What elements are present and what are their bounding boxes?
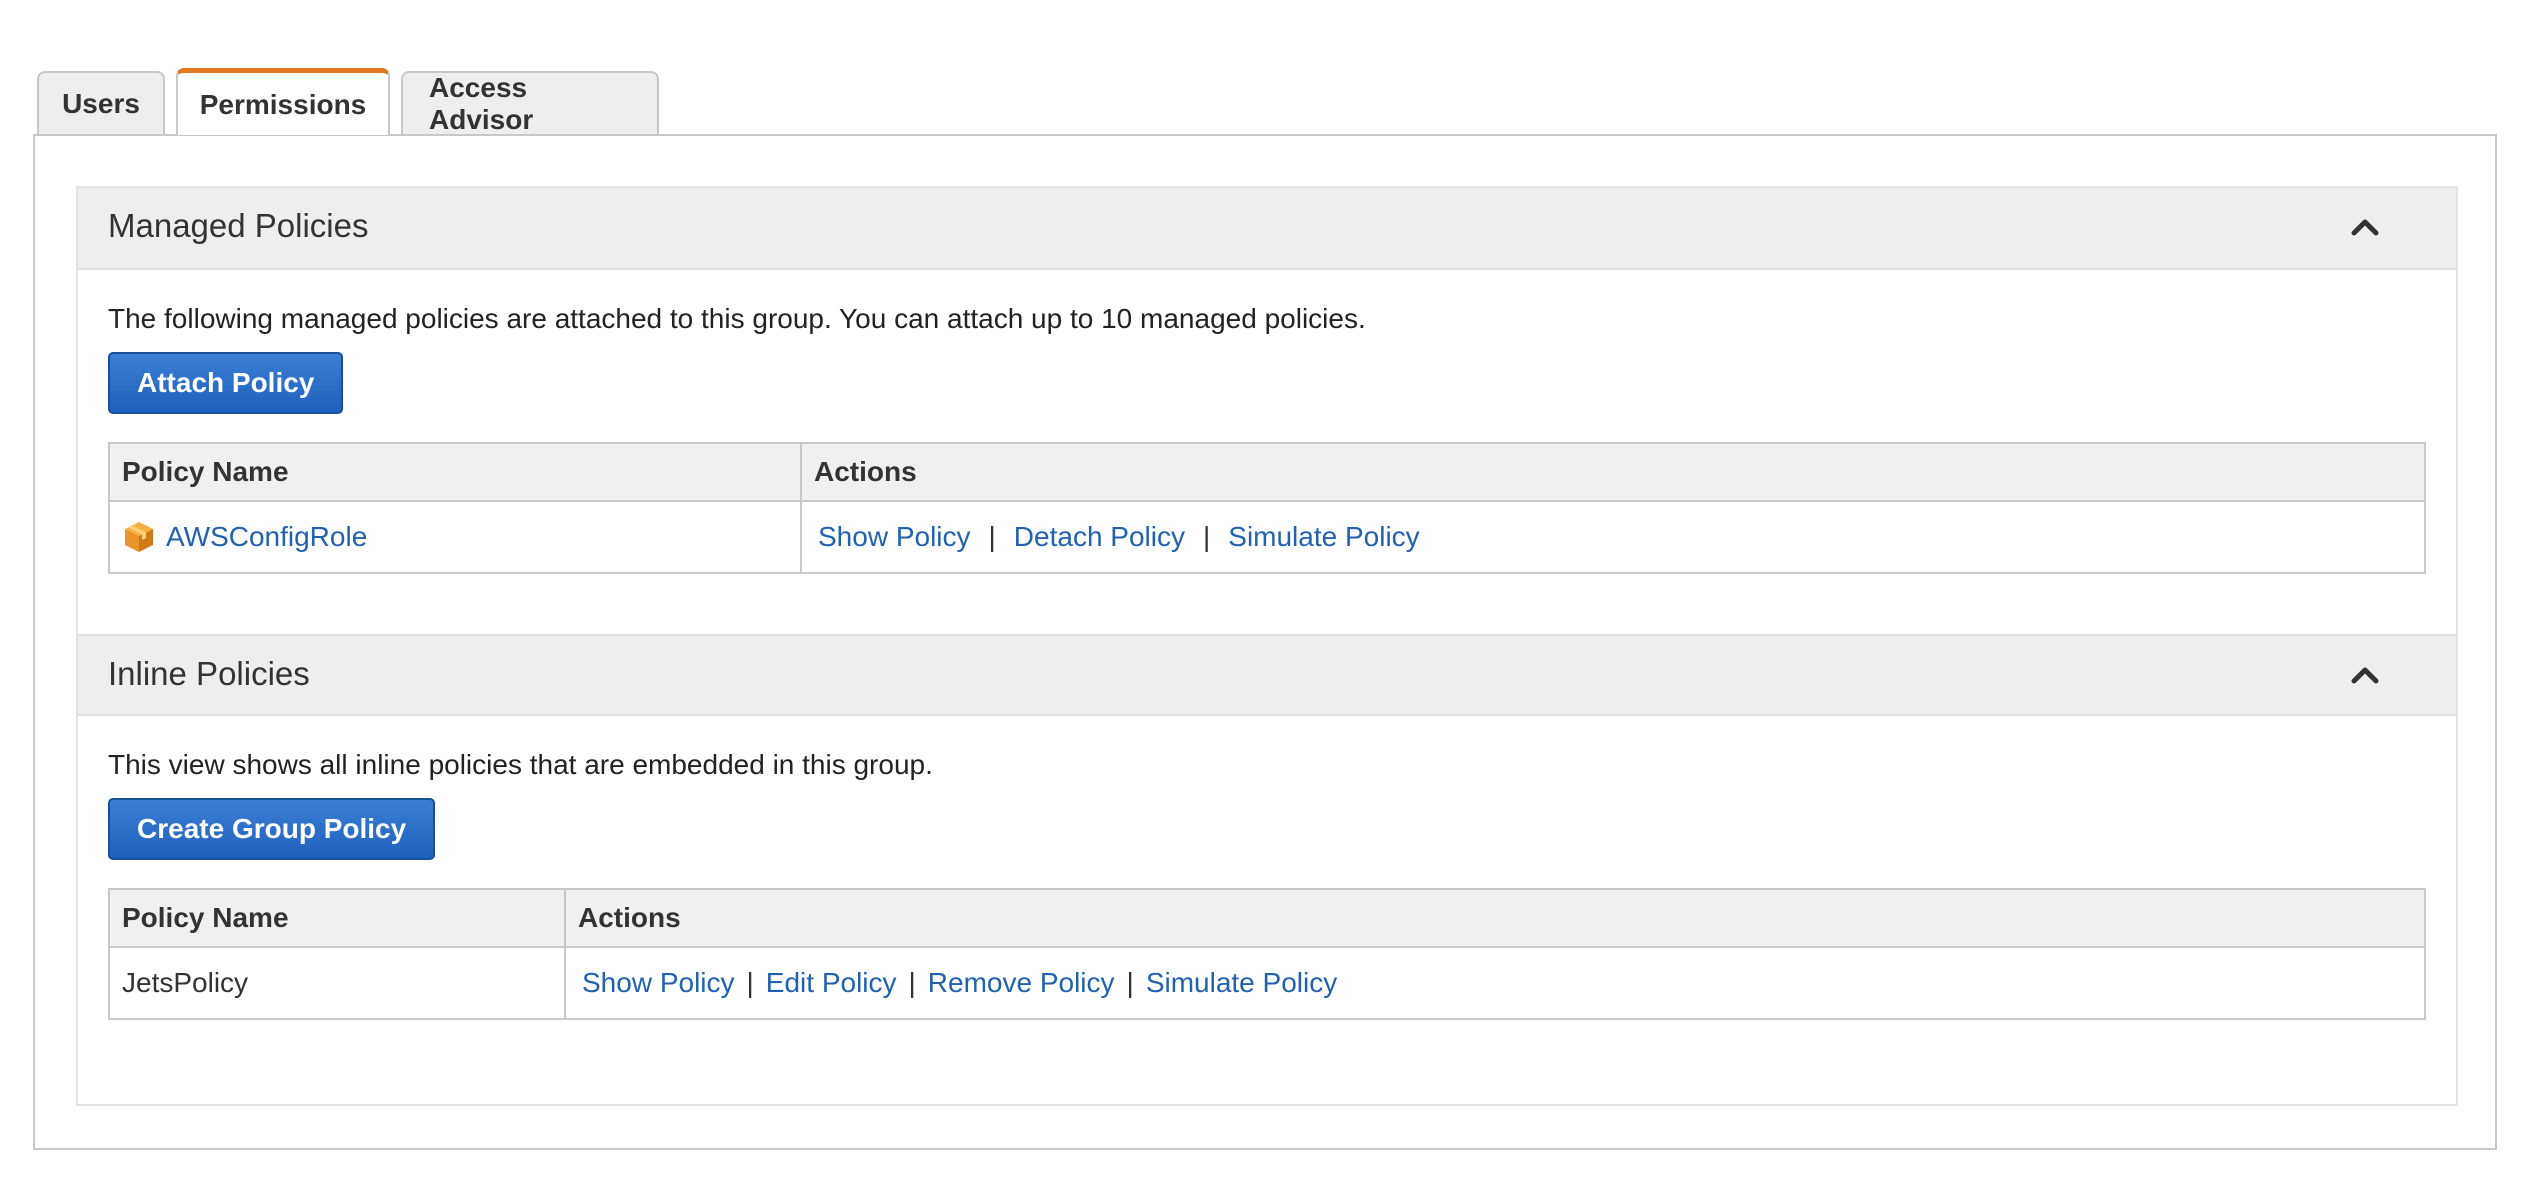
policy-name-cell: JetsPolicy [110,948,566,1018]
inline-policies-title: Inline Policies [108,655,310,692]
policy-actions-cell: Show Policy | Edit Policy | Remove Polic… [566,948,2424,1018]
inline-policies-table: Policy Name Actions JetsPolicy Show Poli… [108,888,2426,1020]
action-separator: | [988,521,996,552]
managed-policies-header[interactable]: Managed Policies [78,188,2456,270]
edit-policy-link[interactable]: Edit Policy [766,967,897,999]
attach-policy-button[interactable]: Attach Policy [108,352,344,414]
tab-permissions[interactable]: Permissions [176,68,390,135]
detach-policy-link[interactable]: Detach Policy [1014,521,1185,553]
action-separator: | [1202,521,1211,552]
action-separator: | [908,967,916,998]
simulate-policy-link[interactable]: Simulate Policy [1228,521,1419,553]
managed-policies-table: Policy Name Actions AWSConfigRole Show P… [108,442,2426,574]
action-separator: | [746,967,754,998]
policy-box-icon [125,522,153,552]
show-policy-link[interactable]: Show Policy [818,521,971,553]
inline-policies-header[interactable]: Inline Policies [78,634,2456,716]
column-header-policy-name: Policy Name [110,444,802,500]
show-policy-link[interactable]: Show Policy [582,967,735,999]
table-row: AWSConfigRole Show Policy | Detach Polic… [110,502,2424,572]
tab-bar: Users Permissions Access Advisor [37,68,670,135]
tab-access-advisor[interactable]: Access Advisor [401,71,659,135]
chevron-up-icon[interactable] [2348,210,2382,244]
table-header-row: Policy Name Actions [110,444,2424,502]
create-group-policy-button[interactable]: Create Group Policy [108,798,436,860]
tab-content: Managed Policies The following managed p… [33,134,2497,1150]
chevron-up-icon[interactable] [2348,658,2382,692]
managed-policies-title: Managed Policies [108,207,369,244]
remove-policy-link[interactable]: Remove Policy [928,967,1115,999]
column-header-policy-name: Policy Name [110,890,566,946]
inline-policies-description: This view shows all inline policies that… [108,749,933,780]
policy-link-awsconfigrole[interactable]: AWSConfigRole [166,521,367,553]
policy-name-cell: AWSConfigRole [110,502,802,572]
column-header-actions: Actions [814,456,917,487]
policy-actions-cell: Show Policy | Detach Policy | Simulate P… [802,502,2424,572]
managed-policies-description: The following managed policies are attac… [108,303,1366,334]
table-header-row: Policy Name Actions [110,890,2424,948]
simulate-policy-link[interactable]: Simulate Policy [1146,967,1337,999]
policies-panel: Managed Policies The following managed p… [76,186,2458,1106]
column-header-actions: Actions [578,902,681,933]
table-row: JetsPolicy Show Policy | Edit Policy | R… [110,948,2424,1018]
tab-users[interactable]: Users [37,71,165,135]
action-separator: | [1126,967,1134,998]
